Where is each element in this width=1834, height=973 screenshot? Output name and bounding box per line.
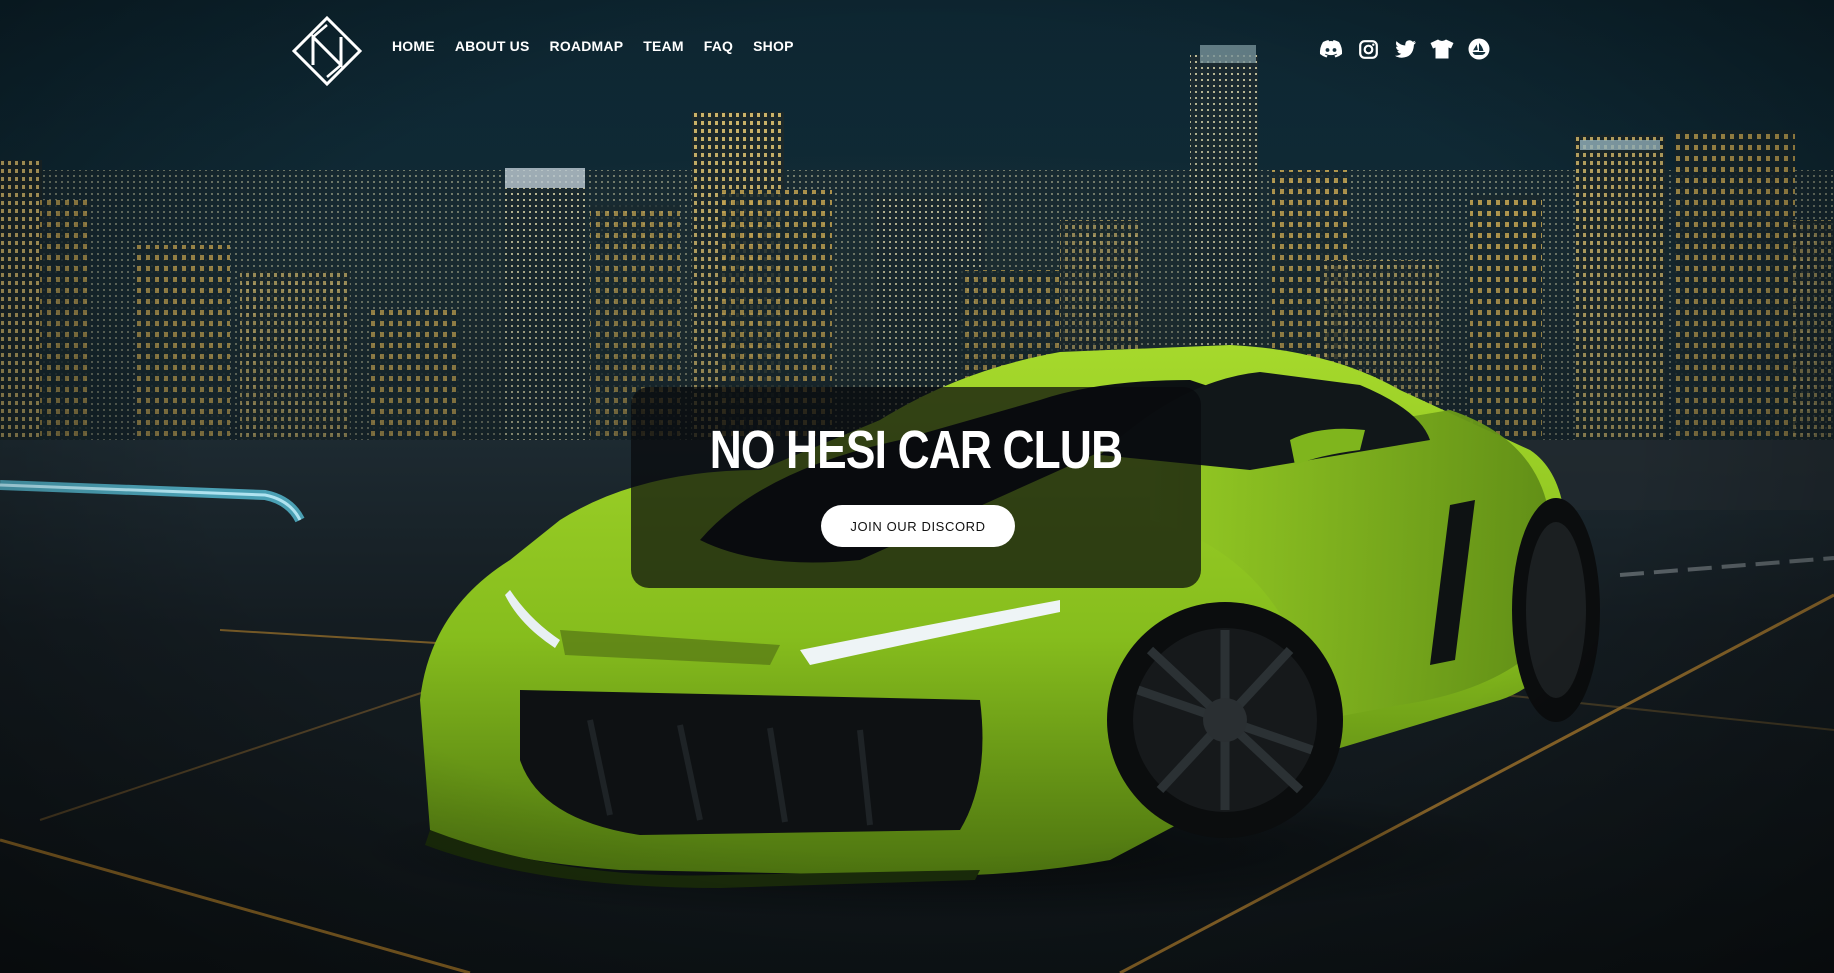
join-discord-button[interactable]: JOIN OUR DISCORD: [821, 505, 1015, 547]
page: HOME ABOUT US ROADMAP TEAM FAQ SHOP NO H…: [0, 0, 1834, 973]
discord-icon[interactable]: [1318, 36, 1344, 62]
nav-team[interactable]: TEAM: [643, 38, 683, 54]
opensea-icon[interactable]: [1466, 36, 1492, 62]
twitter-icon[interactable]: [1392, 36, 1418, 62]
hero-card: NO HESI CAR CLUB JOIN OUR DISCORD: [631, 387, 1201, 588]
tshirt-icon[interactable]: [1429, 36, 1455, 62]
nav-faq[interactable]: FAQ: [704, 38, 733, 54]
social-links: [1318, 36, 1503, 62]
nav-about-us[interactable]: ABOUT US: [455, 38, 530, 54]
nav-roadmap[interactable]: ROADMAP: [550, 38, 624, 54]
nav-home[interactable]: HOME: [392, 38, 435, 54]
nav-shop[interactable]: SHOP: [753, 38, 793, 54]
instagram-icon[interactable]: [1355, 36, 1381, 62]
site-header: HOME ABOUT US ROADMAP TEAM FAQ SHOP: [0, 0, 1834, 100]
logo-icon[interactable]: [291, 15, 363, 87]
main-nav: HOME ABOUT US ROADMAP TEAM FAQ SHOP: [392, 38, 814, 54]
hero-title: NO HESI CAR CLUB: [709, 420, 1123, 480]
